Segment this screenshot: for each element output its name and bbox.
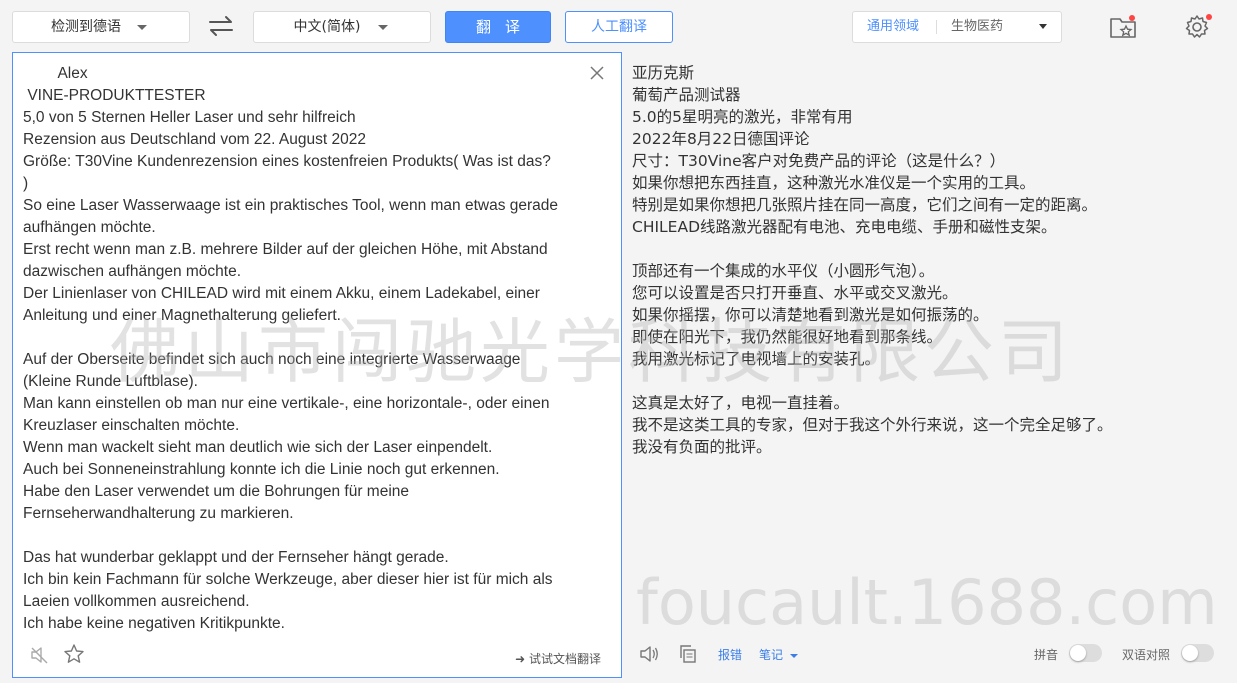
translation-line: 如果你摇摆，你可以清楚地看到激光是如何振荡的。 [632,306,989,324]
human-translation-button[interactable]: 人工翻译 [565,11,673,43]
source-line: Auf der Oberseite befindet sich auch noc… [23,351,521,368]
toggle-knob [1182,645,1198,661]
translation-toolbar: 报错 笔记 拼音 双语对照 [622,640,1233,668]
try-document-translation-link[interactable]: ➜ 试试文档翻译 [515,650,601,667]
translation-line: 这真是太好了，电视一直挂着。 [632,394,850,412]
translation-line [632,370,1212,392]
close-icon[interactable] [589,65,605,81]
source-line: Kreuzlaser einschalten möchte. [23,417,240,434]
source-line: Ich bin kein Fachmann für solche Werkzeu… [23,571,553,588]
domain-select[interactable]: 通用领域 生物医药 [852,11,1062,43]
bilingual-toggle[interactable] [1181,644,1214,662]
pinyin-toggle[interactable] [1069,644,1102,662]
source-line: Habe den Laser verwendet um die Bohrunge… [23,483,410,500]
notes-link[interactable]: 笔记 [759,646,798,663]
swap-languages-icon[interactable] [207,14,235,38]
source-line [23,327,583,349]
source-language-label: 检测到德语 [51,19,121,35]
translation-line: 即使在阳光下，我仍然能很好地看到那条线。 [632,328,943,346]
copy-icon[interactable] [678,644,698,664]
translation-line: 5.0的5星明亮的激光，非常有用 [632,108,853,126]
translation-line: 特别是如果你想把几张照片挂在同一高度，它们之间有一定的距离。 [632,196,1098,214]
translation-line: 您可以设置是否只打开垂直、水平或交叉激光。 [632,284,958,302]
translation-line [632,238,1212,260]
target-language-select[interactable]: 中文(简体) [253,11,431,43]
caret-down-icon [789,653,798,658]
source-line: Erst recht wenn man z.B. mehrere Bilder … [23,241,548,258]
source-line: Auch bei Sonneneinstrahlung konnte ich d… [23,461,500,478]
notification-dot [1129,15,1135,21]
source-line: Größe: T30Vine Kundenrezension eines kos… [23,153,551,170]
toggle-knob [1070,645,1086,661]
translation-text: 亚历克斯葡萄产品测试器 5.0的5星明亮的激光，非常有用 2022年8月22日德国评… [632,62,1212,458]
notes-label: 笔记 [759,648,784,662]
pinyin-label: 拼音 [1034,648,1059,662]
source-line: dazwischen aufhängen möchte. [23,263,242,280]
notification-dot [1206,14,1212,20]
source-line: ) [23,175,29,192]
target-language-label: 中文(简体) [293,19,361,35]
chevron-down-icon [137,25,147,30]
source-line [23,525,583,547]
translation-line: 如果你想把东西挂直，这种激光水准仪是一个实用的工具。 [632,174,1036,192]
source-line: Rezension aus Deutschland vom 22. August… [23,131,366,148]
translation-line: 2022年8月22日德国评论 [632,130,810,148]
translation-line: 我没有负面的批评。 [632,438,772,456]
translate-button[interactable]: 翻译 [445,11,551,43]
source-line: Ich habe keine negativen Kritikpunkte. [23,615,285,632]
chevron-down-icon [1039,24,1047,29]
source-line: aufhängen möchte. [23,219,156,236]
domain-general-option[interactable]: 通用领域 [867,12,919,42]
source-line: 5,0 von 5 Sternen Heller Laser und sehr … [23,109,356,126]
source-line: Fernseherwandhalterung zu markieren. [23,505,294,522]
source-line: Man kann einstellen ob man nur eine vert… [23,395,550,412]
translation-line: 我用激光标记了电视墙上的安装孔。 [632,350,881,368]
top-toolbar: 检测到德语 中文(简体) 翻译 人工翻译 通用领域 生物医药 [0,0,1237,52]
report-error-link[interactable]: 报错 [718,646,742,663]
source-line: So eine Laser Wasserwaage ist ein prakti… [23,197,559,214]
source-line: VINE-PRODUKTTESTER [23,87,206,104]
source-line: Laeien vollkommen ausreichend. [23,593,250,610]
translation-line: 尺寸：T30Vine客户对免费产品的评论（这是什么？） [632,152,1006,170]
translation-output-panel: 亚历克斯葡萄产品测试器 5.0的5星明亮的激光，非常有用 2022年8月22日德国评… [622,52,1233,678]
source-line: (Kleine Runde Luftblase). [23,373,198,390]
source-textarea[interactable]: Alex VINE-PRODUKTTESTER 5,0 von 5 Sternen… [23,63,583,635]
bilingual-label: 双语对照 [1122,648,1171,662]
source-line: Das hat wunderbar geklappt und der Ferns… [23,549,449,566]
translation-line: CHILEAD线路激光器配有电池、充电电缆、手册和磁性支架。 [632,218,1057,236]
translation-line: 亚历克斯 [632,64,695,82]
star-icon[interactable] [63,643,85,665]
source-text-panel[interactable]: Alex VINE-PRODUKTTESTER 5,0 von 5 Sternen… [12,52,622,678]
source-line: Der Linienlaser von CHILEAD wird mit ein… [23,285,540,302]
chevron-down-icon [378,25,388,30]
source-language-select[interactable]: 检测到德语 [12,11,190,43]
speaker-icon[interactable] [638,644,660,664]
translation-line: 顶部还有一个集成的水平仪（小圆形气泡）。 [632,262,935,280]
translation-line: 葡萄产品测试器 [632,86,741,104]
speaker-muted-icon[interactable] [29,645,51,665]
translation-line: 我不是这类工具的专家，但对于我这个外行来说，这一个完全足够了。 [632,416,1113,434]
source-line: Alex [23,65,88,82]
source-line: Anleitung und einer Magnethalterung geli… [23,307,341,324]
source-line: Wenn man wackelt sieht man deutlich wie … [23,439,493,456]
domain-bio-option[interactable]: 生物医药 [951,12,1003,42]
domain-divider [936,20,937,34]
